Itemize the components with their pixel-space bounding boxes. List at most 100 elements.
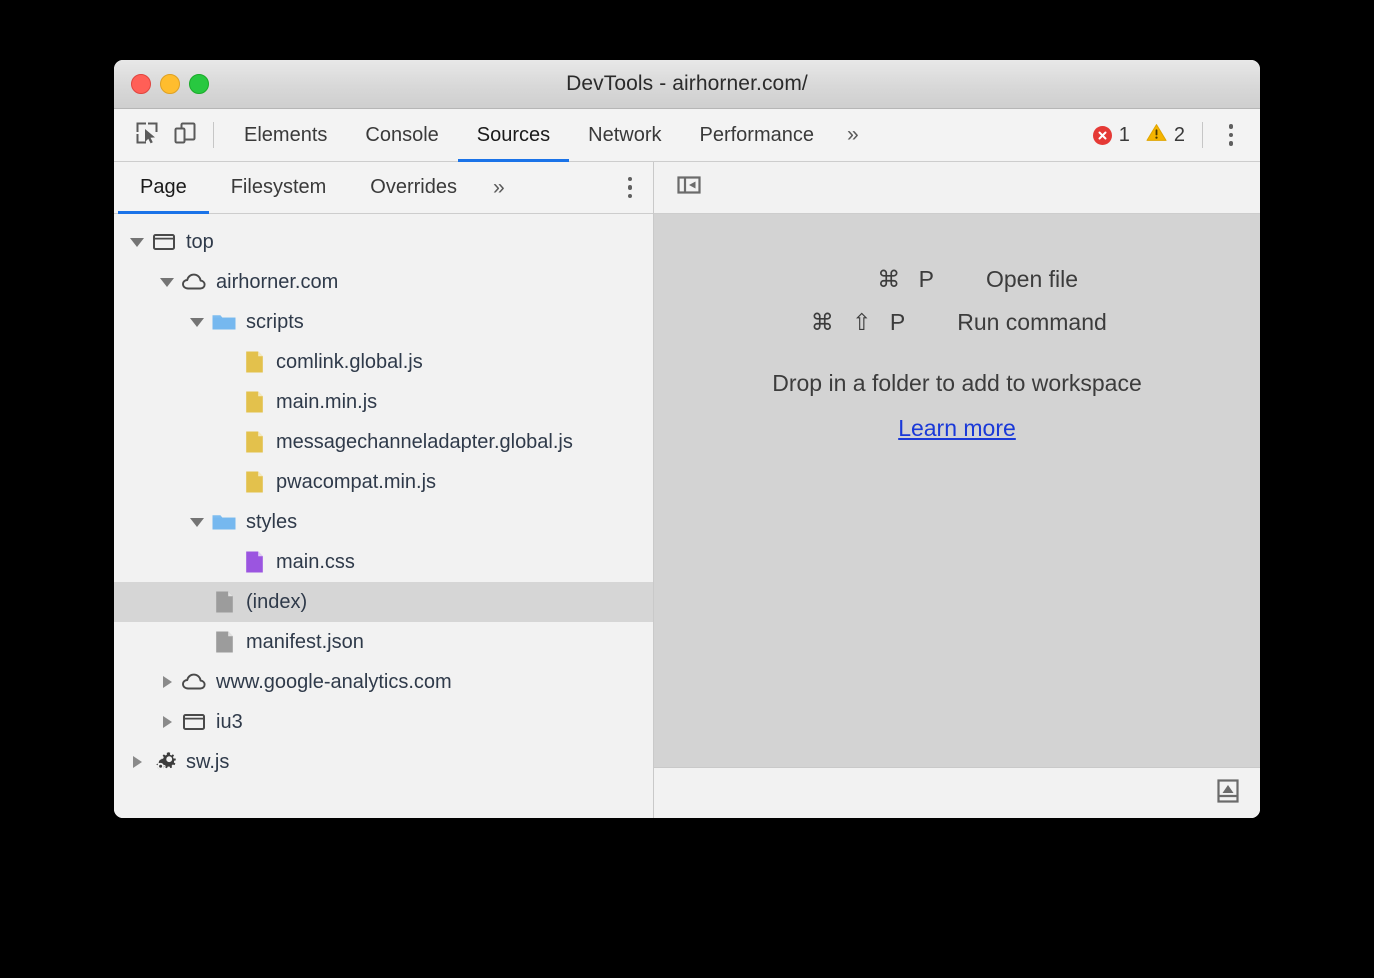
learn-more-link[interactable]: Learn more [898, 415, 1016, 442]
warning-count-label: 2 [1174, 124, 1185, 147]
tab-console[interactable]: Console [346, 109, 457, 161]
tree-item-styles[interactable]: styles [114, 502, 653, 542]
css-file-icon [241, 549, 267, 575]
main-menu-button[interactable] [1214, 115, 1248, 155]
tab-performance-label: Performance [700, 124, 815, 147]
chevron-double-right-icon: » [847, 123, 859, 147]
document-file-icon [211, 589, 237, 615]
error-icon [1093, 126, 1112, 145]
tree-item-label: main.css [276, 552, 355, 572]
tab-sources-label: Sources [477, 124, 550, 147]
shortcut-open-file: ⌘ P Open file [836, 266, 1078, 293]
show-navigator-icon [675, 171, 703, 204]
tree-item-main-min-js[interactable]: main.min.js [114, 382, 653, 422]
nav-tab-filesystem[interactable]: Filesystem [209, 162, 349, 213]
disclosure-triangle-down-icon[interactable] [128, 233, 146, 251]
document-file-icon [211, 629, 237, 655]
tree-item-label: styles [246, 512, 297, 532]
error-count-button[interactable]: 1 [1085, 124, 1138, 147]
tree-item-manifest-json[interactable]: manifest.json [114, 622, 653, 662]
js-file-icon [241, 349, 267, 375]
tab-network-label: Network [588, 124, 661, 147]
nav-tab-page[interactable]: Page [118, 162, 209, 213]
shortcut-run-command-action: Run command [957, 309, 1107, 336]
toolbar-right-group: 1 2 [1085, 115, 1260, 155]
warning-icon [1146, 123, 1167, 147]
navigator-tabbar: Page Filesystem Overrides » [114, 162, 653, 214]
tree-item-label: iu3 [216, 712, 243, 732]
panel-tabs: Elements Console Sources Network Perform… [225, 109, 833, 161]
show-drawer-icon [1215, 777, 1241, 810]
show-drawer-button[interactable] [1212, 777, 1244, 811]
show-navigator-button[interactable] [672, 171, 706, 205]
tree-item-label: comlink.global.js [276, 352, 423, 372]
tree-item-scripts[interactable]: scripts [114, 302, 653, 342]
warning-count-button[interactable]: 2 [1138, 123, 1193, 147]
minimize-window-button[interactable] [160, 74, 180, 94]
tree-item-label: pwacompat.min.js [276, 472, 436, 492]
tree-item-sw-js[interactable]: sw.js [114, 742, 653, 782]
tab-network[interactable]: Network [569, 109, 680, 161]
tree-item-pwacompat-min-js[interactable]: pwacompat.min.js [114, 462, 653, 502]
nav-tab-filesystem-label: Filesystem [231, 176, 327, 199]
shortcut-run-command: ⌘ ⇧ P Run command [807, 309, 1107, 336]
drop-folder-hint: Drop in a folder to add to workspace [772, 370, 1141, 397]
tree-item-www-google-analytics-com[interactable]: www.google-analytics.com [114, 662, 653, 702]
disclosure-triangle-down-icon[interactable] [158, 273, 176, 291]
window-title: DevTools - airhorner.com/ [114, 72, 1260, 96]
close-window-button[interactable] [131, 74, 151, 94]
maximize-window-button[interactable] [189, 74, 209, 94]
tree-item-messagechanneladapter-global-js[interactable]: messagechanneladapter.global.js [114, 422, 653, 462]
frame-icon [181, 709, 207, 735]
screenshot-canvas: DevTools - airhorner.com/ [0, 0, 1374, 978]
tree-item-main-css[interactable]: main.css [114, 542, 653, 582]
cloud-icon [181, 669, 207, 695]
tree-item-label: manifest.json [246, 632, 364, 652]
shortcut-open-file-keys: ⌘ P [836, 266, 986, 293]
tree-item-label: (index) [246, 592, 307, 612]
tree-item-airhorner-com[interactable]: airhorner.com [114, 262, 653, 302]
shortcut-open-file-action: Open file [986, 266, 1078, 293]
navigator-menu-button[interactable] [613, 168, 647, 208]
folder-icon [211, 309, 237, 335]
editor-panel: ⌘ P Open file ⌘ ⇧ P Run command Drop in … [654, 162, 1260, 818]
tree-item-label: main.min.js [276, 392, 377, 412]
inspect-element-button[interactable] [128, 116, 166, 154]
navigator-panel: Page Filesystem Overrides » [114, 162, 654, 818]
chevron-double-right-icon: » [493, 176, 505, 200]
cloud-icon [181, 269, 207, 295]
tab-elements[interactable]: Elements [225, 109, 346, 161]
inspect-element-icon [134, 120, 160, 151]
more-panels-button[interactable]: » [833, 123, 873, 147]
body-split: Page Filesystem Overrides » [114, 162, 1260, 818]
folder-icon [211, 509, 237, 535]
more-navigator-tabs-button[interactable]: » [479, 162, 519, 213]
frame-icon [151, 229, 177, 255]
toolbar-divider-right [1202, 122, 1203, 148]
tree-item-label: airhorner.com [216, 272, 338, 292]
editor-toolbar [654, 162, 1260, 214]
tree-item-comlink-global-js[interactable]: comlink.global.js [114, 342, 653, 382]
disclosure-triangle-down-icon[interactable] [188, 313, 206, 331]
disclosure-triangle-right-icon[interactable] [158, 673, 176, 691]
disclosure-triangle-down-icon[interactable] [188, 513, 206, 531]
tree-item-index[interactable]: (index) [114, 582, 653, 622]
disclosure-triangle-right-icon[interactable] [158, 713, 176, 731]
error-count-label: 1 [1119, 124, 1130, 147]
js-file-icon [241, 389, 267, 415]
tab-sources[interactable]: Sources [458, 109, 569, 161]
kebab-menu-icon [1229, 124, 1234, 129]
tab-performance[interactable]: Performance [681, 109, 834, 161]
nav-tab-overrides[interactable]: Overrides [348, 162, 479, 213]
js-file-icon [241, 429, 267, 455]
tree-item-top[interactable]: top [114, 222, 653, 262]
window-titlebar: DevTools - airhorner.com/ [114, 60, 1260, 109]
devtools-window: DevTools - airhorner.com/ [114, 60, 1260, 818]
tree-item-label: sw.js [186, 752, 229, 772]
tree-item-iu3[interactable]: iu3 [114, 702, 653, 742]
main-toolbar: Elements Console Sources Network Perform… [114, 109, 1260, 162]
tree-item-label: messagechanneladapter.global.js [276, 432, 573, 452]
disclosure-triangle-right-icon[interactable] [128, 753, 146, 771]
file-tree: top airhorner.com scripts comlink.global.js… [114, 214, 653, 818]
device-toolbar-button[interactable] [166, 116, 204, 154]
